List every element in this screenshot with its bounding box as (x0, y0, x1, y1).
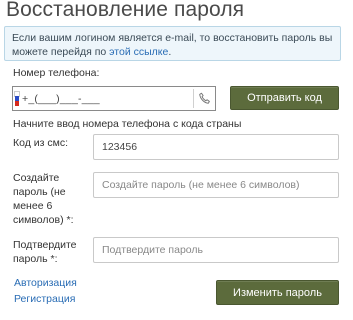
country-flag-icon[interactable] (14, 90, 20, 106)
notice-text-end: . (168, 46, 172, 58)
sms-code-input[interactable]: 123456 (93, 134, 339, 160)
confirm-password-label: Подтвердите пароль *: (13, 238, 77, 266)
confirm-password-label-line: Подтвердите (13, 239, 77, 251)
phone-label: Номер телефона: (13, 67, 100, 79)
phone-mask-value: +_(___)___-___ (22, 92, 100, 105)
new-password-label-line: пароль (не (13, 186, 66, 198)
page-title: Восстановление пароля (6, 0, 245, 21)
register-link[interactable]: Регистрация (14, 292, 75, 306)
send-code-button[interactable]: Отправить код (230, 86, 339, 110)
phone-icon (199, 92, 210, 104)
change-password-button[interactable]: Изменить пароль (216, 280, 339, 305)
phone-input[interactable]: +_(___)___-___ (12, 86, 216, 111)
login-link[interactable]: Авторизация (14, 276, 77, 290)
confirm-password-input[interactable]: Подтвердите пароль (93, 237, 339, 263)
new-password-placeholder: Создайте пароль (не менее 6 символов) (102, 179, 300, 191)
confirm-password-label-line: пароль *: (13, 253, 58, 265)
sms-code-value: 123456 (102, 141, 138, 153)
new-password-label-line: Создайте (13, 172, 60, 184)
new-password-label-line: символов) *: (13, 214, 74, 226)
new-password-input[interactable]: Создайте пароль (не менее 6 символов) (93, 172, 339, 198)
sms-code-label: Код из смс: (13, 137, 69, 149)
notice-link[interactable]: этой ссылке (109, 46, 168, 58)
phone-divider (193, 89, 194, 108)
notice-text: Если вашим логином является e-mail, то в… (12, 32, 333, 58)
new-password-label-line: менее 6 (13, 200, 53, 212)
phone-hint: Начните ввод номера телефона с кода стра… (13, 118, 242, 130)
info-notice: Если вашим логином является e-mail, то в… (4, 26, 341, 61)
new-password-label: Создайте пароль (не менее 6 символов) *: (13, 171, 73, 227)
confirm-password-placeholder: Подтвердите пароль (102, 244, 204, 256)
